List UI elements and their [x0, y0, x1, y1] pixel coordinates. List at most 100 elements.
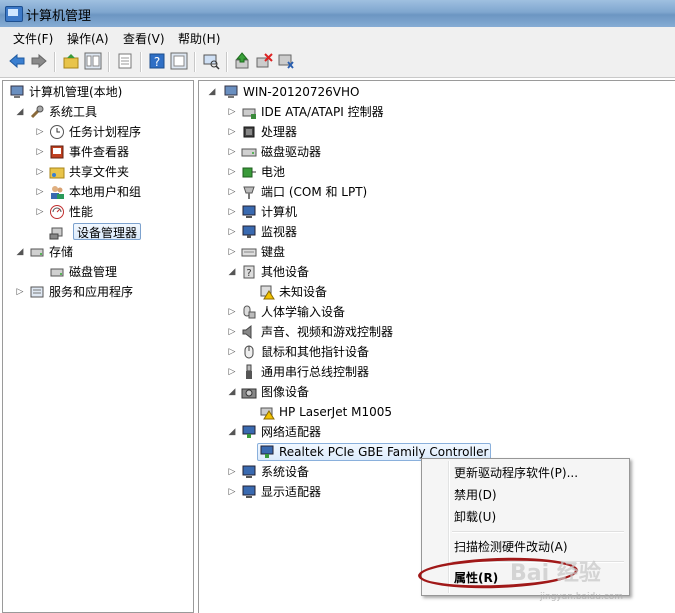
storage-icon: [29, 244, 45, 260]
tree-item-storage[interactable]: ◢ 存储: [7, 243, 192, 261]
device-category-ports[interactable]: ▷ 端口 (COM 和 LPT): [207, 183, 667, 201]
device-category-hid[interactable]: ▷ 人体学输入设备: [207, 303, 667, 321]
collapsed-arrow-icon[interactable]: ▷: [227, 243, 237, 261]
device-category-disk[interactable]: ▷ 磁盘驱动器: [207, 143, 667, 161]
expand-arrow-icon[interactable]: ◢: [227, 263, 237, 281]
tree-item-task-scheduler[interactable]: ▷ 任务计划程序: [7, 123, 192, 141]
collapsed-arrow-icon[interactable]: ▷: [227, 103, 237, 121]
menu-item-uninstall[interactable]: 卸载(U): [454, 508, 496, 525]
mouse-icon: [241, 344, 257, 360]
show-hide-tree-icon[interactable]: [84, 52, 102, 70]
device-category-battery[interactable]: ▷ 电池: [207, 163, 667, 181]
keyboard-icon: [241, 244, 257, 260]
collapsed-arrow-icon[interactable]: ▷: [227, 483, 237, 501]
network-adapter-icon: [259, 444, 275, 460]
menu-action[interactable]: 操作(A): [67, 30, 109, 47]
tree-item-shared-folders[interactable]: ▷ 共享文件夹: [7, 163, 192, 181]
disable-icon[interactable]: [277, 52, 295, 70]
tree-item-system-tools[interactable]: ◢ 系统工具: [7, 103, 192, 121]
usb-icon: [241, 364, 257, 380]
collapsed-arrow-icon[interactable]: ▷: [227, 303, 237, 321]
up-folder-icon[interactable]: [62, 52, 80, 70]
expand-arrow-icon[interactable]: ◢: [227, 423, 237, 441]
scan-hardware-icon[interactable]: [202, 52, 220, 70]
users-icon: [49, 184, 65, 200]
device-category-usb[interactable]: ▷ 通用串行总线控制器: [207, 363, 667, 381]
collapsed-arrow-icon[interactable]: ▷: [227, 323, 237, 341]
menu-item-scan-hardware[interactable]: 扫描检测硬件改动(A): [454, 538, 568, 555]
device-category-ide[interactable]: ▷ IDE ATA/ATAPI 控制器: [207, 103, 667, 121]
collapsed-arrow-icon[interactable]: ▷: [227, 343, 237, 361]
expand-arrow-icon[interactable]: ◢: [15, 243, 25, 261]
collapsed-arrow-icon[interactable]: ▷: [15, 283, 25, 301]
collapsed-arrow-icon[interactable]: ▷: [35, 203, 45, 221]
device-category-other[interactable]: ◢ ? 其他设备: [207, 263, 667, 281]
help-topics-icon[interactable]: [170, 52, 188, 70]
collapsed-arrow-icon[interactable]: ▷: [227, 123, 237, 141]
forward-arrow-icon[interactable]: [30, 52, 48, 70]
device-category-processor[interactable]: ▷ 处理器: [207, 123, 667, 141]
device-category-network[interactable]: ◢ 网络适配器: [207, 423, 667, 441]
export-list-icon[interactable]: [116, 52, 134, 70]
computer-icon: [223, 84, 239, 100]
expand-arrow-icon[interactable]: ◢: [15, 103, 25, 121]
hid-icon: [241, 304, 257, 320]
collapsed-arrow-icon[interactable]: ▷: [227, 223, 237, 241]
tree-item-device-manager[interactable]: 设备管理器: [7, 223, 192, 241]
menu-item-disable[interactable]: 禁用(D): [454, 486, 497, 503]
collapsed-arrow-icon[interactable]: ▷: [227, 203, 237, 221]
device-category-monitor[interactable]: ▷ 监视器: [207, 223, 667, 241]
tree-item-disk-management[interactable]: 磁盘管理: [7, 263, 192, 281]
tree-item-root[interactable]: 计算机管理(本地): [7, 83, 192, 101]
speaker-icon: [241, 324, 257, 340]
collapsed-arrow-icon[interactable]: ▷: [35, 143, 45, 161]
watermark-url: jingyan.baidu.com: [540, 592, 624, 602]
disk-drive-icon: [241, 144, 257, 160]
network-adapter-icon: [241, 424, 257, 440]
device-category-keyboard[interactable]: ▷ 键盘: [207, 243, 667, 261]
expand-arrow-icon[interactable]: ◢: [227, 383, 237, 401]
menu-item-update-driver[interactable]: 更新驱动程序软件(P)...: [454, 464, 578, 481]
device-category-imaging[interactable]: ◢ 图像设备: [207, 383, 667, 401]
menu-separator: [452, 531, 624, 533]
help-icon[interactable]: ?: [148, 52, 166, 70]
menu-file[interactable]: 文件(F): [13, 30, 53, 47]
collapsed-arrow-icon[interactable]: ▷: [227, 363, 237, 381]
shared-folder-icon: [49, 164, 65, 180]
collapsed-arrow-icon[interactable]: ▷: [227, 163, 237, 181]
svg-text:?: ?: [246, 268, 251, 279]
unknown-device-icon: ?: [241, 264, 257, 280]
tree-item-services-apps[interactable]: ▷ 服务和应用程序: [7, 283, 192, 301]
services-icon: [29, 284, 45, 300]
back-arrow-icon[interactable]: [8, 52, 26, 70]
collapsed-arrow-icon[interactable]: ▷: [227, 143, 237, 161]
tree-item-event-viewer[interactable]: ▷ 事件查看器: [7, 143, 192, 161]
processor-icon: [241, 124, 257, 140]
tree-item-local-users[interactable]: ▷ 本地用户和组: [7, 183, 192, 201]
tools-icon: [29, 104, 45, 120]
device-category-mouse[interactable]: ▷ 鼠标和其他指针设备: [207, 343, 667, 361]
update-driver-icon[interactable]: [233, 52, 251, 70]
collapsed-arrow-icon[interactable]: ▷: [35, 123, 45, 141]
title-bar[interactable]: 计算机管理: [0, 0, 675, 27]
console-tree[interactable]: 计算机管理(本地) ◢ 系统工具 ▷ 任务计划程序 ▷ 事件查看器 ▷ 共享文件…: [2, 80, 194, 613]
collapsed-arrow-icon[interactable]: ▷: [35, 163, 45, 181]
device-category-computer[interactable]: ▷ 计算机: [207, 203, 667, 221]
tree-item-performance[interactable]: ▷ 性能: [7, 203, 192, 221]
collapsed-arrow-icon[interactable]: ▷: [35, 183, 45, 201]
menu-help[interactable]: 帮助(H): [178, 30, 220, 47]
toolbar: ?: [0, 47, 675, 78]
collapsed-arrow-icon[interactable]: ▷: [227, 183, 237, 201]
device-printer[interactable]: HP LaserJet M1005: [207, 403, 667, 421]
menu-view[interactable]: 查看(V): [123, 30, 165, 47]
device-unknown[interactable]: 未知设备: [207, 283, 667, 301]
expand-arrow-icon[interactable]: ◢: [207, 83, 217, 101]
ide-controller-icon: [241, 104, 257, 120]
warning-device-icon: [259, 284, 275, 300]
device-manager-icon: [49, 224, 65, 240]
device-root[interactable]: ◢ WIN-20120726VHO: [207, 83, 667, 101]
device-category-sound[interactable]: ▷ 声音、视频和游戏控制器: [207, 323, 667, 341]
collapsed-arrow-icon[interactable]: ▷: [227, 463, 237, 481]
uninstall-icon[interactable]: [255, 52, 273, 70]
computer-management-icon: [5, 6, 23, 22]
